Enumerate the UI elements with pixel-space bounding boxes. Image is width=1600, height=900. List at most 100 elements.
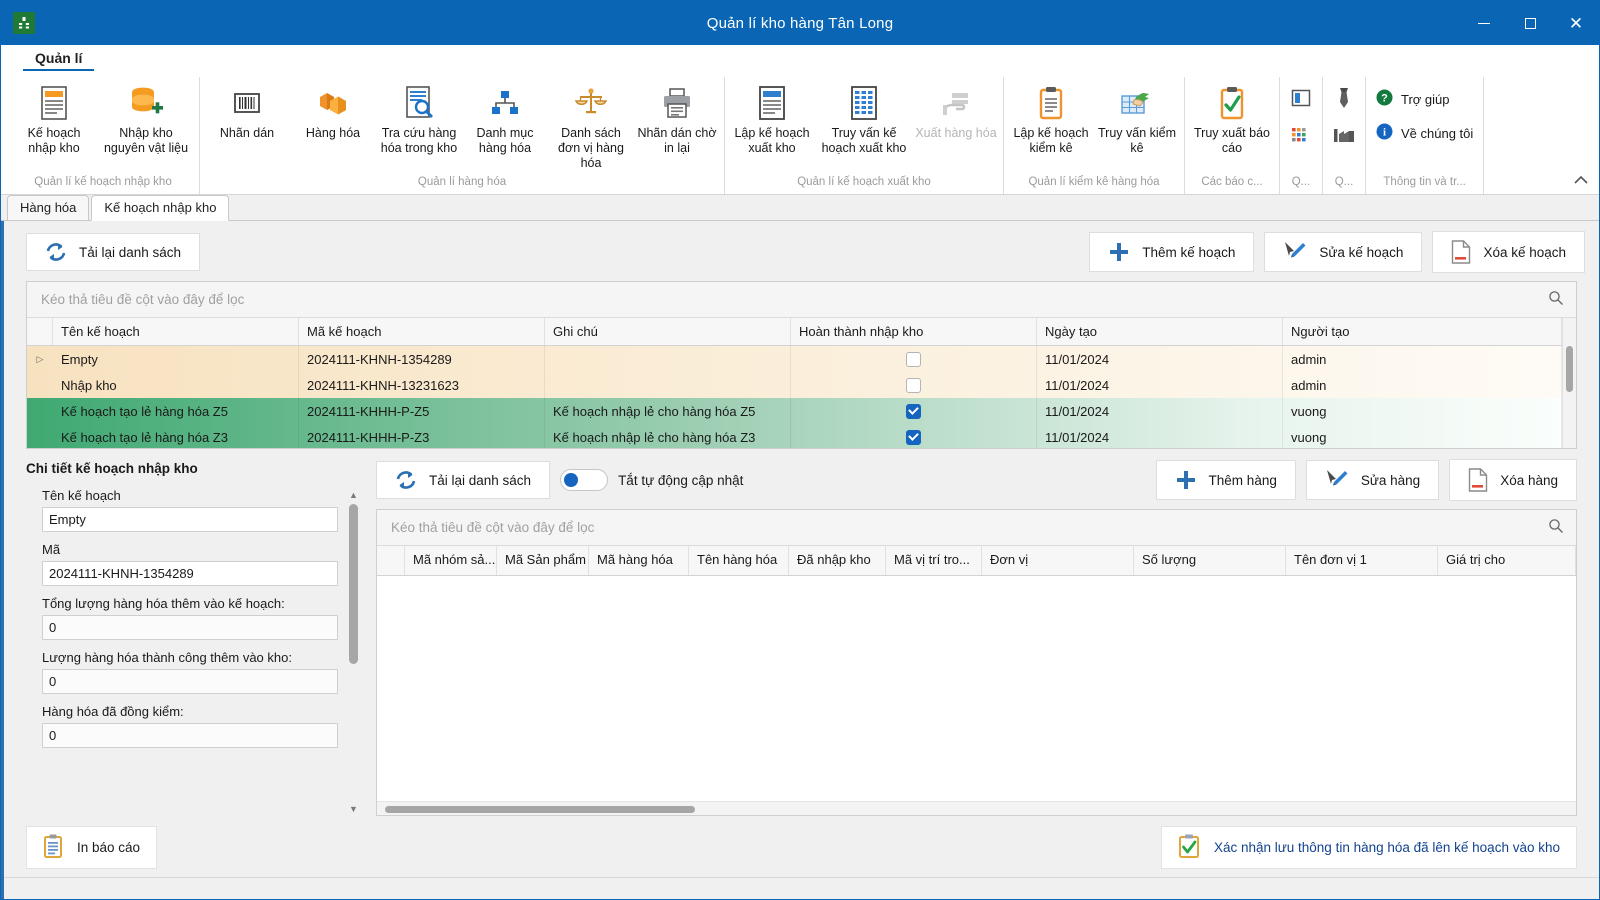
checkbox-checked[interactable] bbox=[906, 403, 921, 419]
search-icon[interactable] bbox=[1548, 290, 1564, 309]
plan-grid-vertical-scrollbar[interactable] bbox=[1562, 318, 1576, 448]
checkbox-unchecked[interactable] bbox=[906, 377, 921, 393]
edit-item-button[interactable]: Sửa hàng bbox=[1305, 460, 1440, 500]
tab-hang-hoa[interactable]: Hàng hóa bbox=[7, 195, 90, 220]
ribbon-group-xuat-kho: Lập kế hoạch xuất kho Truy vấn kế hoạch … bbox=[725, 77, 1004, 194]
minimize-button[interactable] bbox=[1461, 1, 1507, 45]
status-bar bbox=[4, 877, 1599, 899]
auto-update-toggle[interactable] bbox=[560, 469, 609, 491]
column-header-ma-ke-hoach[interactable]: Mã kế hoạch bbox=[299, 318, 545, 345]
ribbon-button-nhap-kho-nguyen-vat-lieu[interactable]: Nhập kho nguyên vật liệu bbox=[97, 77, 195, 156]
expander-header bbox=[27, 318, 53, 345]
column-header-hoan-thanh[interactable]: Hoàn thành nhập kho bbox=[791, 318, 1037, 345]
edit-plan-button[interactable]: Sửa kế hoạch bbox=[1264, 232, 1423, 272]
delete-item-button[interactable]: Xóa hàng bbox=[1449, 459, 1577, 501]
layout-panel-icon[interactable] bbox=[1284, 85, 1318, 111]
column-header-ma-hang-hoa[interactable]: Mã hàng hóa bbox=[589, 546, 689, 575]
tong-luong-input[interactable] bbox=[42, 615, 338, 640]
luong-thanh-cong-input[interactable] bbox=[42, 669, 338, 694]
ribbon-button-danh-sach-don-vi[interactable]: Danh sách đơn vị hàng hóa bbox=[548, 77, 634, 171]
column-header-ten-ke-hoach[interactable]: Tên kế hoạch bbox=[53, 318, 299, 345]
detail-vertical-scrollbar[interactable]: ▲ ▼ bbox=[346, 488, 362, 816]
bottom-split: Chi tiết kế hoạch nhập kho Tên kế hoạch … bbox=[4, 449, 1599, 816]
color-palette-icon[interactable] bbox=[1284, 121, 1318, 147]
column-header-ten-don-vi-1[interactable]: Tên đơn vị 1 bbox=[1286, 546, 1438, 575]
ribbon-button-tra-cuu-hang-hoa[interactable]: Tra cứu hàng hóa trong kho bbox=[376, 77, 462, 156]
factory-icon[interactable] bbox=[1327, 121, 1361, 147]
column-header-ma-san-pham[interactable]: Mã Sản phẩm bbox=[497, 546, 589, 575]
ribbon-button-nhan-dan-cho-in-lai[interactable]: Nhãn dán chờ in lại bbox=[634, 77, 720, 156]
cell-hoan-thanh[interactable] bbox=[791, 346, 1037, 372]
reload-items-button[interactable]: Tải lại danh sách bbox=[376, 461, 551, 499]
dong-kiem-input[interactable] bbox=[42, 723, 338, 748]
table-row[interactable]: Kế hoạch tạo lẻ hàng hóa Z3 2024111-KHHH… bbox=[27, 424, 1562, 448]
column-header-ten-hang-hoa[interactable]: Tên hàng hóa bbox=[689, 546, 789, 575]
scrollbar-thumb[interactable] bbox=[349, 504, 358, 664]
ribbon-button-tro-giup[interactable]: ? Trợ giúp bbox=[1370, 87, 1456, 111]
delete-plan-button[interactable]: Xóa kế hoạch bbox=[1432, 231, 1585, 273]
cell-ma-ke-hoach: 2024111-KHHH-P-Z5 bbox=[299, 398, 545, 424]
table-row[interactable]: ▷ Empty 2024111-KHNH-1354289 11/01/2024 … bbox=[27, 346, 1562, 372]
column-header-da-nhap-kho[interactable]: Đã nhập kho bbox=[789, 546, 886, 575]
ribbon-button-ke-hoach-nhap-kho[interactable]: Kế hoạch nhập kho bbox=[11, 77, 97, 156]
table-row[interactable]: Kế hoạch tạo lẻ hàng hóa Z5 2024111-KHHH… bbox=[27, 398, 1562, 424]
column-header-so-luong[interactable]: Số lượng bbox=[1134, 546, 1286, 575]
ribbon-button-truy-xuat-bao-cao[interactable]: Truy xuất báo cáo bbox=[1189, 77, 1275, 156]
cell-hoan-thanh[interactable] bbox=[791, 424, 1037, 448]
tab-ke-hoach-nhap-kho[interactable]: Kế hoạch nhập kho bbox=[91, 195, 230, 221]
scales-icon bbox=[574, 83, 608, 123]
ribbon-button-lap-ke-hoach-kiem-ke[interactable]: Lập kế hoạch kiểm kê bbox=[1008, 77, 1094, 156]
maximize-button[interactable] bbox=[1507, 1, 1553, 45]
items-grid-body[interactable] bbox=[377, 576, 1576, 801]
search-icon[interactable] bbox=[1548, 518, 1564, 537]
plan-grid-filter-bar[interactable]: Kéo thả tiêu đề cột vào đây để lọc bbox=[27, 282, 1576, 318]
ma-input[interactable] bbox=[42, 561, 338, 586]
items-grid-filter-bar[interactable]: Kéo thả tiêu đề cột vào đây để lọc bbox=[377, 510, 1576, 546]
close-button[interactable]: ✕ bbox=[1553, 1, 1599, 45]
tie-icon[interactable] bbox=[1327, 85, 1361, 111]
confirm-save-button[interactable]: Xác nhận lưu thông tin hàng hóa đã lên k… bbox=[1160, 826, 1577, 869]
ribbon-button-truy-van-kiem-ke[interactable]: Truy vấn kiểm kê bbox=[1094, 77, 1180, 156]
ribbon-button-danh-muc-hang-hoa[interactable]: Danh mục hàng hóa bbox=[462, 77, 548, 156]
scroll-up-icon[interactable]: ▲ bbox=[349, 490, 358, 500]
cell-nguoi-tao: vuong bbox=[1283, 398, 1562, 424]
ribbon-button-xuat-hang-hoa[interactable]: Xuất hàng hóa bbox=[913, 77, 999, 141]
ribbon-button-truy-van-ke-hoach-xuat-kho[interactable]: Truy vấn kế hoạch xuất kho bbox=[815, 77, 913, 156]
column-header-ma-nhom-san-pham[interactable]: Mã nhóm sả... bbox=[405, 546, 497, 575]
table-row[interactable]: Nhập kho 2024111-KHNH-13231623 11/01/202… bbox=[27, 372, 1562, 398]
ribbon-button-hang-hoa[interactable]: Hàng hóa bbox=[290, 77, 376, 141]
ten-ke-hoach-input[interactable] bbox=[42, 507, 338, 532]
field-tong-luong: Tổng lượng hàng hóa thêm vào kế hoạch: bbox=[42, 596, 338, 640]
cell-ma-ke-hoach: 2024111-KHHH-P-Z3 bbox=[299, 424, 545, 448]
cell-ten-ke-hoach: Empty bbox=[53, 346, 299, 372]
print-report-button[interactable]: In báo cáo bbox=[26, 826, 158, 869]
detail-panel-title: Chi tiết kế hoạch nhập kho bbox=[26, 461, 198, 476]
scroll-down-icon[interactable]: ▼ bbox=[349, 804, 358, 814]
scrollbar-thumb[interactable] bbox=[385, 806, 695, 813]
add-plan-button[interactable]: Thêm kế hoạch bbox=[1089, 232, 1255, 272]
ribbon-button-nhan-dan[interactable]: Nhãn dán bbox=[204, 77, 290, 141]
ribbon-tab-quanli[interactable]: Quản lí bbox=[23, 48, 95, 71]
cell-ngay-tao: 11/01/2024 bbox=[1037, 398, 1283, 424]
checkbox-unchecked[interactable] bbox=[906, 351, 921, 367]
detail-scroll-area: Tên kế hoạch Mã Tổng lượng hàng hóa thêm… bbox=[26, 488, 362, 816]
cell-hoan-thanh[interactable] bbox=[791, 372, 1037, 398]
ribbon-button-lap-ke-hoach-xuat-kho[interactable]: Lập kế hoạch xuất kho bbox=[729, 77, 815, 156]
checkbox-checked[interactable] bbox=[906, 429, 921, 445]
column-header-ghi-chu[interactable]: Ghi chú bbox=[545, 318, 791, 345]
document-search-icon bbox=[403, 83, 435, 123]
column-header-nguoi-tao[interactable]: Người tạo bbox=[1283, 318, 1562, 345]
cell-hoan-thanh[interactable] bbox=[791, 398, 1037, 424]
column-header-don-vi[interactable]: Đơn vị bbox=[982, 546, 1134, 575]
hierarchy-icon bbox=[489, 83, 521, 123]
column-header-gia-tri-cho[interactable]: Giá trị cho bbox=[1438, 546, 1576, 575]
row-expander-icon[interactable]: ▷ bbox=[27, 346, 53, 372]
column-header-ma-vi-tri[interactable]: Mã vị trí tro... bbox=[886, 546, 982, 575]
ribbon-button-ve-chung-toi[interactable]: i Về chúng tôi bbox=[1370, 121, 1479, 145]
reload-plan-list-button[interactable]: Tải lại danh sách bbox=[26, 233, 201, 271]
add-item-button[interactable]: Thêm hàng bbox=[1155, 460, 1296, 500]
column-header-ngay-tao[interactable]: Ngày tạo bbox=[1037, 318, 1283, 345]
chevron-up-icon[interactable] bbox=[1573, 173, 1589, 188]
items-grid-horizontal-scrollbar[interactable] bbox=[377, 801, 1576, 815]
scrollbar-thumb[interactable] bbox=[1566, 346, 1573, 392]
